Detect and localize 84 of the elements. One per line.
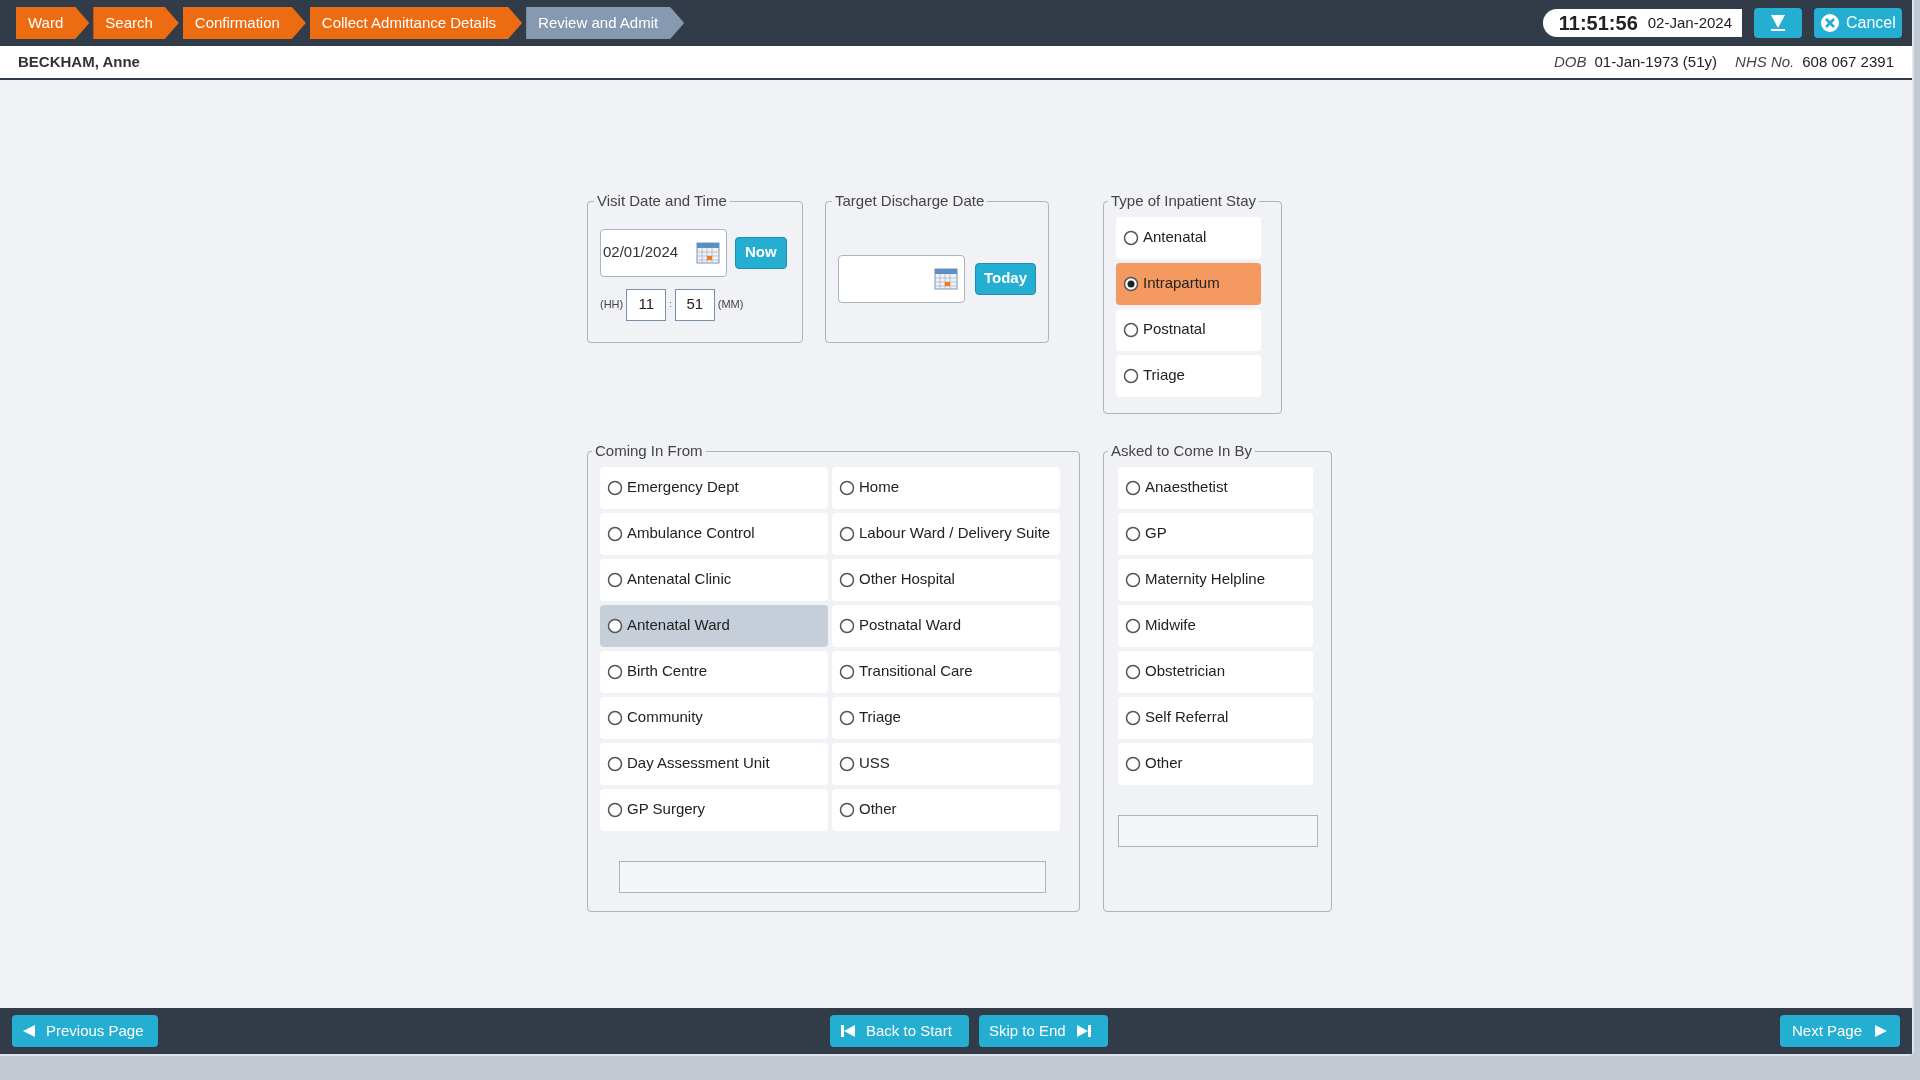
- radio-option[interactable]: Other: [1118, 742, 1313, 785]
- calendar-icon[interactable]: [934, 266, 958, 291]
- panel-legend: Visit Date and Time: [594, 190, 730, 213]
- minute-field[interactable]: 51: [674, 288, 715, 321]
- dob-value: 01-Jan-1973 (51y): [1594, 51, 1718, 72]
- radio-option[interactable]: Other: [832, 788, 1060, 831]
- right-triangle-icon: [1874, 1024, 1888, 1038]
- close-icon: [1820, 13, 1840, 33]
- date-field[interactable]: 02/01/2024: [600, 228, 727, 277]
- radio-button[interactable]: [839, 755, 855, 772]
- radio-button[interactable]: [607, 801, 623, 818]
- radio-button[interactable]: [839, 525, 855, 542]
- panel-legend: Coming In From: [592, 440, 706, 463]
- other-text-field[interactable]: [1118, 814, 1318, 847]
- radio-button[interactable]: [607, 525, 623, 542]
- radio-button[interactable]: [1123, 321, 1139, 338]
- panel-legend: Type of Inpatient Stay: [1108, 190, 1260, 213]
- date-field[interactable]: [838, 254, 965, 303]
- radio-option[interactable]: Day Assessment Unit: [600, 742, 828, 785]
- nhs-label: NHS No.: [1735, 51, 1795, 72]
- panel-legend: Asked to Come In By: [1108, 440, 1255, 463]
- radio-button[interactable]: [839, 801, 855, 818]
- radio-option[interactable]: Home: [832, 466, 1060, 509]
- radio-button[interactable]: [1123, 275, 1139, 292]
- radio-button[interactable]: [1123, 229, 1139, 246]
- radio-button[interactable]: [1125, 755, 1141, 772]
- hour-label: (HH): [600, 297, 624, 313]
- left-triangle-icon: [22, 1024, 36, 1038]
- radio-button[interactable]: [607, 571, 623, 588]
- radio-button[interactable]: [1125, 571, 1141, 588]
- radio-button[interactable]: [607, 479, 623, 496]
- radio-button[interactable]: [607, 663, 623, 680]
- radio-option[interactable]: Midwife: [1118, 604, 1313, 647]
- radio-option[interactable]: Antenatal: [1116, 216, 1261, 259]
- radio-button[interactable]: [607, 709, 623, 726]
- skip-back-icon: [840, 1024, 856, 1038]
- filter-button[interactable]: [1754, 8, 1802, 38]
- radio-button[interactable]: [1125, 479, 1141, 496]
- nhs-value: 608 067 2391: [1802, 51, 1894, 72]
- radio-option[interactable]: Triage: [1116, 354, 1261, 397]
- radio-button[interactable]: [607, 755, 623, 772]
- skip-forward-icon: [1075, 1024, 1092, 1038]
- radio-option[interactable]: Emergency Dept: [600, 466, 828, 509]
- radio-button[interactable]: [839, 571, 855, 588]
- calendar-icon[interactable]: [696, 240, 720, 265]
- radio-option[interactable]: Transitional Care: [832, 650, 1060, 693]
- radio-button[interactable]: [607, 617, 623, 634]
- radio-button[interactable]: [1125, 709, 1141, 726]
- radio-option[interactable]: Labour Ward / Delivery Suite: [832, 512, 1060, 555]
- patient-name: BECKHAM, Anne: [18, 51, 140, 72]
- radio-button[interactable]: [1125, 663, 1141, 680]
- radio-button[interactable]: [1125, 525, 1141, 542]
- radio-option[interactable]: Ambulance Control: [600, 512, 828, 555]
- funnel-icon: [1769, 14, 1787, 32]
- radio-option[interactable]: Self Referral: [1118, 696, 1313, 739]
- radio-option[interactable]: Obstetrician: [1118, 650, 1313, 693]
- radio-option[interactable]: GP Surgery: [600, 788, 828, 831]
- radio-button[interactable]: [1123, 367, 1139, 384]
- time-separator: :: [669, 297, 672, 311]
- radio-button[interactable]: [839, 663, 855, 680]
- other-text-field[interactable]: [619, 860, 1046, 893]
- radio-button[interactable]: [839, 709, 855, 726]
- radio-button[interactable]: [1125, 617, 1141, 634]
- radio-button[interactable]: [839, 617, 855, 634]
- radio-option[interactable]: Postnatal: [1116, 308, 1261, 351]
- radio-option[interactable]: Other Hospital: [832, 558, 1060, 601]
- dob-label: DOB: [1553, 51, 1587, 72]
- radio-option[interactable]: Triage: [832, 696, 1060, 739]
- clock-date: 02-Jan-2024: [1647, 12, 1732, 33]
- radio-option[interactable]: Antenatal Clinic: [600, 558, 828, 601]
- radio-option[interactable]: Postnatal Ward: [832, 604, 1060, 647]
- radio-option[interactable]: Intrapartum: [1116, 262, 1261, 305]
- radio-option[interactable]: Antenatal Ward: [600, 604, 828, 647]
- radio-option[interactable]: Maternity Helpline: [1118, 558, 1313, 601]
- radio-option[interactable]: Birth Centre: [600, 650, 828, 693]
- minute-label: (MM): [717, 297, 744, 313]
- radio-option[interactable]: GP: [1118, 512, 1313, 555]
- radio-option[interactable]: Anaesthetist: [1118, 466, 1313, 509]
- hour-field[interactable]: 11: [626, 288, 667, 321]
- radio-option[interactable]: Community: [600, 696, 828, 739]
- radio-option[interactable]: USS: [832, 742, 1060, 785]
- radio-button[interactable]: [839, 479, 855, 496]
- panel-legend: Target Discharge Date: [832, 190, 988, 213]
- clock-time: 11:51:56: [1558, 11, 1638, 36]
